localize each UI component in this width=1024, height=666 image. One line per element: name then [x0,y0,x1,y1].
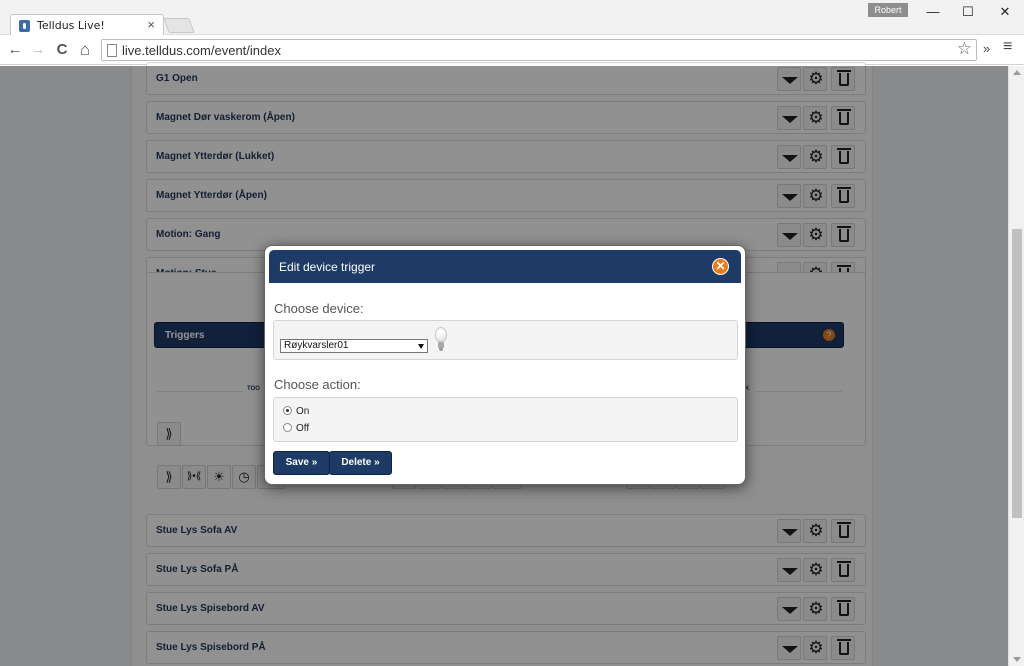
edit-device-trigger-dialog: Edit device trigger ✕ Choose device: Røy… [264,245,746,485]
reload-icon[interactable]: C [52,40,72,60]
choose-action-label: Choose action: [274,377,361,392]
browser-tabstrip: Telldus Live! × Robert — ☐ ✕ [0,0,1024,36]
close-window-icon[interactable]: ✕ [987,2,1023,22]
dialog-header: Edit device trigger ✕ [269,250,741,283]
page-icon [107,44,117,57]
action-on-label[interactable]: On [296,406,309,417]
action-radio-box: On Off [273,397,738,442]
telldus-favicon-icon [19,20,30,32]
address-bar[interactable]: live.telldus.com/event/index ☆ [101,39,977,61]
maximize-icon[interactable]: ☐ [950,2,986,22]
device-select-box: Røykvarsler01 [273,320,738,360]
chrome-menu-icon[interactable]: ≡ [1003,38,1012,56]
scroll-down-icon[interactable] [1013,657,1021,662]
extensions-overflow-icon[interactable]: » [983,41,990,56]
tab-close-icon[interactable]: × [147,17,155,32]
bookmark-star-icon[interactable]: ☆ [957,39,972,59]
delete-button[interactable]: Delete » [329,451,392,475]
page-scrollbar[interactable] [1008,66,1024,666]
action-on-radio[interactable] [283,406,292,415]
scroll-up-icon[interactable] [1013,70,1021,75]
forward-icon[interactable]: → [28,40,48,60]
url-text[interactable]: live.telldus.com/event/index [122,43,281,58]
profile-badge[interactable]: Robert [868,3,908,17]
action-off-radio[interactable] [283,423,292,432]
home-icon[interactable]: ⌂ [75,40,95,60]
browser-toolbar: ← → C ⌂ live.telldus.com/event/index ☆ »… [0,35,1024,65]
close-icon[interactable]: ✕ [712,258,729,275]
chevron-down-icon [418,344,424,349]
device-select[interactable]: Røykvarsler01 [280,339,428,353]
tab-title: Telldus Live! [37,19,105,32]
new-tab-button[interactable] [163,18,195,33]
action-off-label[interactable]: Off [296,423,309,434]
choose-device-label: Choose device: [274,301,364,316]
back-icon[interactable]: ← [5,40,25,60]
scrollbar-thumb[interactable] [1012,229,1022,518]
device-select-value: Røykvarsler01 [284,340,349,351]
browser-tab[interactable]: Telldus Live! × [10,14,164,36]
minimize-icon[interactable]: — [915,2,951,22]
dialog-title: Edit device trigger [279,260,376,274]
lightbulb-icon [433,327,449,353]
save-button[interactable]: Save » [273,451,330,475]
